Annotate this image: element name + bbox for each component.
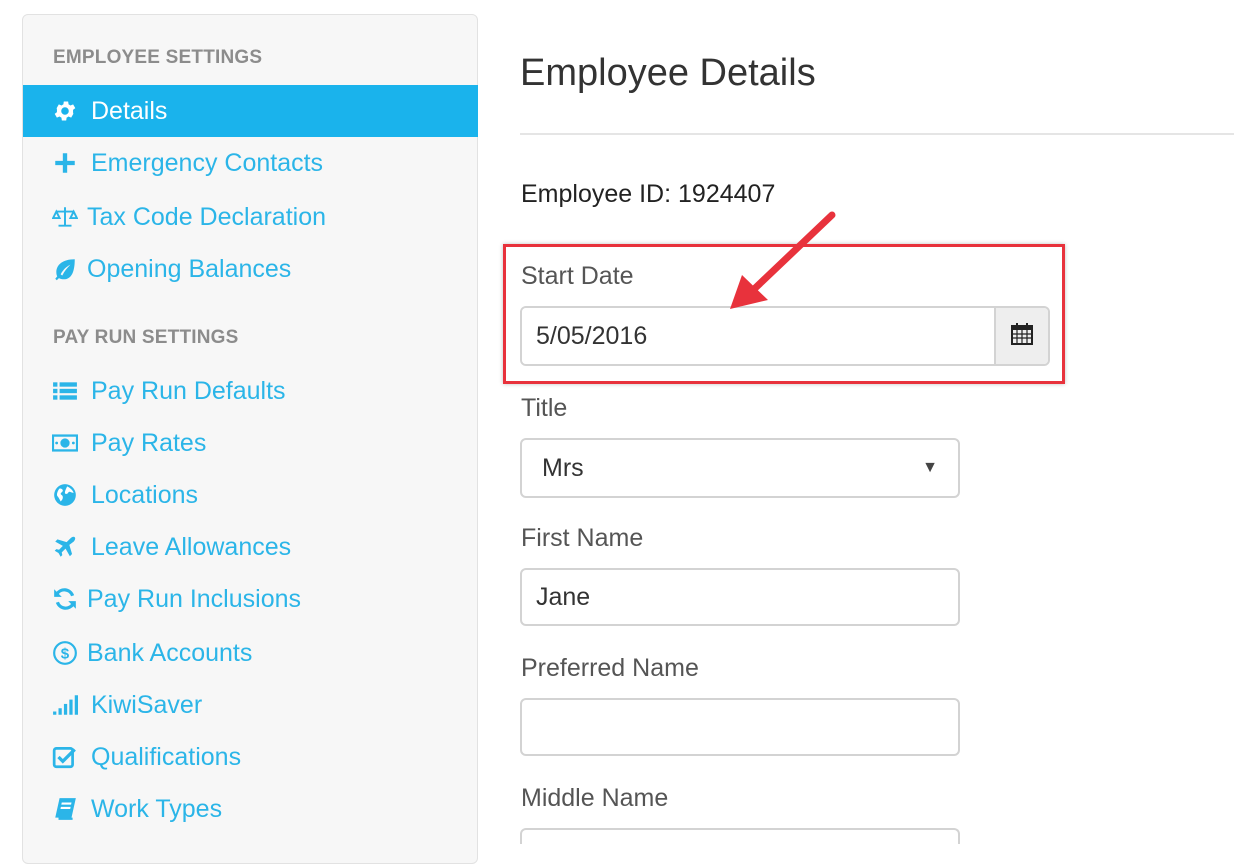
- sidebar-item-label: Details: [91, 96, 168, 125]
- preferred-name-input[interactable]: [520, 698, 960, 756]
- title-label: Title: [521, 394, 568, 422]
- plane-icon: [51, 533, 79, 561]
- sidebar-item-label: Emergency Contacts: [91, 148, 324, 177]
- first-name-label: First Name: [521, 524, 644, 552]
- sidebar-item-tax-code-declaration[interactable]: Tax Code Declaration: [23, 191, 478, 243]
- pay-run-settings-heading: PAY RUN SETTINGS: [53, 327, 239, 348]
- caret-down-icon: ▼: [922, 459, 938, 476]
- sidebar-item-details[interactable]: Details: [23, 85, 478, 137]
- middle-name-label: Middle Name: [521, 784, 669, 812]
- calendar-button[interactable]: [994, 308, 1048, 364]
- sidebar-item-label: Locations: [91, 480, 199, 509]
- divider: [520, 133, 1234, 135]
- sidebar-item-label: Pay Run Defaults: [91, 376, 286, 405]
- employee-id: Employee ID: 1924407: [521, 180, 775, 209]
- sidebar: EMPLOYEE SETTINGS Details Emergency Cont…: [22, 14, 478, 864]
- calendar-icon: [1010, 322, 1034, 351]
- sidebar-item-label: Leave Allowances: [91, 532, 292, 561]
- page-title: Employee Details: [520, 52, 816, 94]
- sidebar-item-pay-run-defaults[interactable]: Pay Run Defaults: [23, 365, 478, 417]
- sidebar-item-label: Opening Balances: [87, 254, 292, 283]
- sidebar-item-label: Qualifications: [91, 742, 242, 771]
- money-icon: [51, 429, 79, 457]
- middle-name-input[interactable]: [520, 828, 960, 844]
- start-date-label: Start Date: [521, 262, 634, 290]
- book-icon: [51, 795, 79, 823]
- first-name-input[interactable]: [520, 568, 960, 626]
- svg-text:$: $: [61, 645, 70, 662]
- sidebar-item-locations[interactable]: Locations: [23, 469, 478, 521]
- checkbox-icon: [51, 743, 79, 771]
- gear-icon: [51, 97, 79, 125]
- preferred-name-label: Preferred Name: [521, 654, 699, 682]
- sidebar-item-bank-accounts[interactable]: $ Bank Accounts: [23, 627, 478, 679]
- sidebar-item-emergency-contacts[interactable]: Emergency Contacts: [23, 137, 478, 189]
- sidebar-item-qualifications[interactable]: Qualifications: [23, 731, 478, 783]
- list-icon: [51, 377, 79, 405]
- scales-icon: [51, 203, 79, 231]
- sidebar-item-label: Pay Run Inclusions: [87, 584, 302, 613]
- sidebar-item-label: KiwiSaver: [91, 690, 203, 719]
- annotation-arrow: [730, 211, 836, 309]
- start-date-group: [520, 306, 1050, 366]
- sidebar-item-opening-balances[interactable]: Opening Balances: [23, 243, 478, 295]
- sidebar-item-pay-rates[interactable]: Pay Rates: [23, 417, 478, 469]
- employee-id-label: Employee ID:: [521, 180, 672, 208]
- globe-icon: [51, 481, 79, 509]
- start-date-input[interactable]: [522, 308, 994, 364]
- sidebar-item-pay-run-inclusions[interactable]: Pay Run Inclusions: [23, 573, 478, 625]
- sidebar-item-label: Pay Rates: [91, 428, 207, 457]
- sidebar-item-label: Tax Code Declaration: [87, 202, 327, 231]
- title-select-value: Mrs: [542, 453, 584, 482]
- sidebar-item-leave-allowances[interactable]: Leave Allowances: [23, 521, 478, 573]
- sidebar-item-label: Bank Accounts: [87, 638, 253, 667]
- signal-icon: [51, 691, 79, 719]
- sidebar-item-kiwisaver[interactable]: KiwiSaver: [23, 679, 478, 731]
- dollar-circle-icon: $: [51, 639, 79, 667]
- leaf-icon: [51, 255, 79, 283]
- title-select[interactable]: Mrs ▼: [520, 438, 960, 498]
- sidebar-item-work-types[interactable]: Work Types: [23, 783, 478, 835]
- refresh-icon: [51, 585, 79, 613]
- sidebar-item-label: Work Types: [91, 794, 223, 823]
- employee-settings-heading: EMPLOYEE SETTINGS: [53, 47, 263, 68]
- plus-icon: [51, 149, 79, 177]
- employee-id-value: 1924407: [678, 180, 776, 208]
